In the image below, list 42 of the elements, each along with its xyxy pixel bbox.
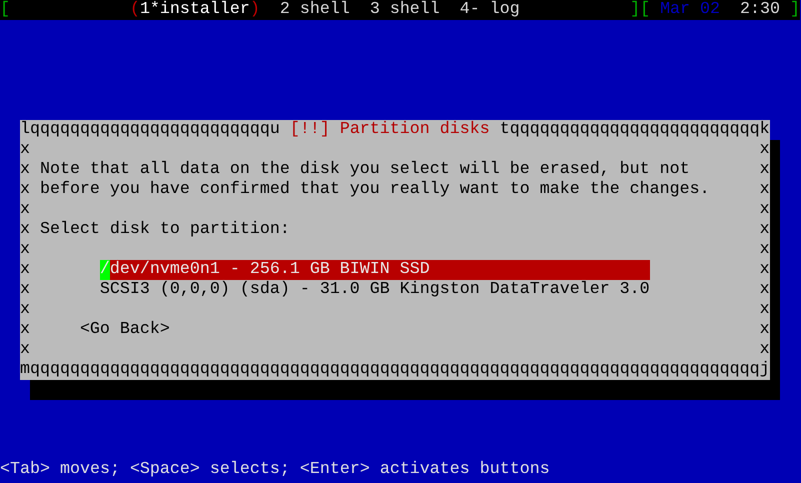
border-mark: x [20,220,30,240]
dialog-title: [!!] Partition disks [290,120,490,140]
window-tab[interactable]: (1*installer) [130,0,260,20]
border-mark: x [20,140,30,160]
window-tab[interactable]: 4- log [460,0,520,20]
border-mark: x [760,340,770,360]
bracket: [ [640,0,650,20]
border-mark: x [760,140,770,160]
border-mark: x [760,200,770,220]
border-mark: x [20,340,30,360]
border-mark: x [760,260,770,280]
border-line: mqqqqqqqqqqqqqqqqqqqqqqqqqqqqqqqqqqqqqqqqqqqqqqqqqqqqqqqqqqqqqqqqqqqqqqqqqj [20,360,770,380]
border-mark: x [760,220,770,240]
border-mark: x [20,280,30,300]
date: Mar 02 [660,0,720,20]
border-mark: x [20,300,30,320]
help-text: <Tab> moves; <Space> selects; <Enter> activates buttons [0,460,550,479]
message-line: Note that all data on the disk you select will be erased, but not [40,160,691,180]
bracket: ] [630,0,640,20]
bracket: ] [790,0,800,20]
border-mark: x [760,160,770,180]
border-mark: x [20,320,30,340]
clock: 2:30 [740,0,780,20]
border-mark: x [20,200,30,220]
border-mark: x [760,240,770,260]
bracket: [ [0,0,10,20]
prompt-text: Select disk to partition: [40,220,291,240]
border-mark: x [20,180,30,200]
window-tab[interactable]: 3 shell [370,0,440,20]
border-mark: x [760,320,770,340]
border-line: tqqqqqqqqqqqqqqqqqqqqqqqqqk [500,120,770,140]
border-mark: x [760,180,770,200]
disk-option[interactable]: SCSI3 (0,0,0) (sda) - 31.0 GB Kingston DataTraveler 3.0 [100,280,650,300]
border-mark: x [20,160,30,180]
border-mark: x [760,300,770,320]
border-line: lqqqqqqqqqqqqqqqqqqqqqqqqu [20,120,280,140]
go-back-button[interactable]: <Go Back> [80,320,170,340]
border-mark: x [760,280,770,300]
border-mark: x [20,240,30,260]
message-line: before you have confirmed that you really want to make the changes. [40,180,711,200]
border-mark: x [20,260,30,280]
window-tab[interactable]: 2 shell [280,0,350,20]
